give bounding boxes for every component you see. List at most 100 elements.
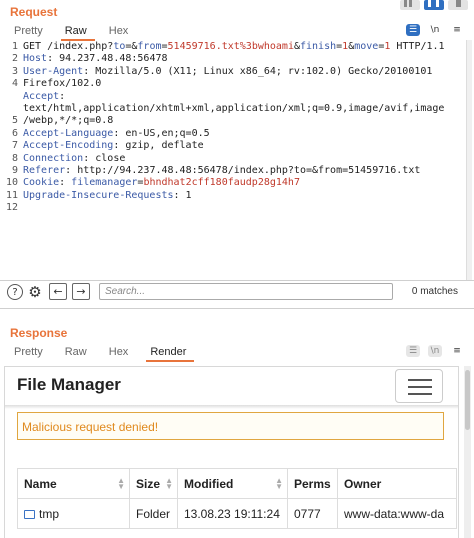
layout-toggle-group [400, 0, 468, 10]
response-title: Response [10, 326, 68, 340]
code-line[interactable]: Host: 94.237.48.48:56478 [23, 53, 459, 65]
table-row[interactable]: tmp Folder 13.08.23 19:11:24 0777 www-da… [17, 498, 457, 529]
code-line[interactable]: Referer: http://94.237.48.48:56478/index… [23, 165, 459, 177]
line-number-gutter: 1 2 3 4 5 6 7 8 9 10 11 12 [0, 41, 18, 227]
code-line[interactable]: GET /index.php?to=&from=51459716.txt%3bw… [23, 41, 459, 53]
search-bar: ? ⚙ ← → 0 matches [0, 281, 466, 303]
scrollbar-thumb[interactable] [465, 370, 470, 430]
header-key: Cookie [23, 177, 60, 189]
header-key: User-Agent [23, 65, 84, 77]
file-size-cell: Folder [129, 498, 178, 529]
layout-split-vertical-button[interactable] [400, 0, 420, 10]
code-line[interactable]: /webp,*/*;q=0.8 [23, 115, 459, 127]
sort-icon: ▲ ▼ [165, 476, 173, 491]
code-text: : [59, 177, 72, 189]
hamburger-icon[interactable] [395, 369, 443, 403]
layout-split-horizontal-button[interactable] [424, 0, 444, 10]
code-line[interactable] [23, 214, 459, 226]
header-key: finish [300, 41, 337, 52]
code-line[interactable]: Upgrade-Insecure-Requests: 1 [23, 190, 459, 202]
menu-icon[interactable]: ≡ [450, 345, 464, 357]
table-header-row: Name ▲ ▼ Size ▲ ▼ Modified ▲ ▼ Perms Owner [17, 468, 457, 499]
header-key: Connection [23, 152, 84, 164]
header-key: Accept [23, 90, 60, 102]
tab-response-hex[interactable]: Hex [105, 346, 137, 362]
code-text: : 94.237.48.48:56478 [47, 53, 168, 65]
line-number [0, 103, 18, 115]
tab-response-pretty[interactable]: Pretty [10, 346, 51, 362]
code-text: : [59, 90, 66, 102]
line-number [0, 91, 18, 103]
code-line[interactable] [23, 202, 459, 214]
sort-icon: ▲ ▼ [275, 476, 283, 491]
tab-response-raw[interactable]: Raw [61, 346, 95, 362]
request-raw-text[interactable]: GET /index.php?to=&from=51459716.txt%3bw… [23, 41, 459, 227]
sort-icon: ▲ ▼ [117, 476, 125, 491]
code-line[interactable]: Connection: close [23, 153, 459, 165]
arrow-right-icon[interactable]: → [72, 283, 90, 300]
line-number: 11 [5, 189, 18, 201]
pane-divider[interactable] [0, 308, 474, 309]
rendered-response: File Manager Malicious request denied! N… [4, 366, 459, 538]
code-text: GET /index.php? [23, 41, 114, 52]
code-text: /webp,*/*;q=0.8 [23, 115, 114, 127]
editor-scrollbar[interactable] [466, 40, 472, 280]
request-editor[interactable]: 1 2 3 4 5 6 7 8 9 10 11 12 GET /index.php?to=&from=… [0, 41, 463, 277]
render-scrollbar[interactable] [464, 366, 471, 538]
code-line[interactable]: Accept-Encoding: gzip, deflate [23, 140, 459, 152]
line-number: 8 [11, 152, 18, 164]
header-key: move [354, 41, 379, 52]
code-text: : 1 [173, 189, 192, 201]
column-header-modified[interactable]: Modified ▲ ▼ [177, 468, 288, 499]
code-line[interactable]: text/html,application/xhtml+xml,applicat… [23, 103, 459, 115]
column-header-perms[interactable]: Perms [287, 468, 338, 499]
search-input[interactable] [99, 283, 393, 300]
search-match-count: 0 matches [411, 286, 458, 297]
header-key: Upgrade-Insecure-Requests [23, 189, 174, 201]
code-line[interactable]: Accept-Language: en-US,en;q=0.5 [23, 128, 459, 140]
navbar-shadow [5, 405, 458, 409]
code-text: : Mozilla/5.0 (X11; Linux x86_64; rv:102… [83, 65, 433, 77]
tab-request-pretty[interactable]: Pretty [10, 25, 51, 41]
tab-request-hex[interactable]: Hex [105, 25, 137, 41]
response-view-options: ☰ \n ≡ [406, 345, 464, 357]
file-name-cell[interactable]: tmp [17, 498, 130, 529]
column-header-size[interactable]: Size ▲ ▼ [129, 468, 178, 499]
tab-request-raw[interactable]: Raw [60, 25, 95, 41]
message-actions-icon[interactable]: ☰ [406, 345, 420, 357]
header-key: Accept-Encoding [23, 140, 114, 152]
header-key: Accept-Language [23, 127, 114, 139]
header-key: Host [23, 53, 48, 65]
message-actions-icon[interactable]: ☰ [406, 24, 420, 36]
tab-response-render[interactable]: Render [146, 346, 195, 362]
gear-icon[interactable]: ⚙ [27, 283, 43, 301]
file-perms-cell: 0777 [287, 498, 338, 529]
line-number: 5 [11, 115, 18, 127]
code-line[interactable]: User-Agent: Mozilla/5.0 (X11; Linux x86_… [23, 66, 459, 78]
column-header-owner[interactable]: Owner [337, 468, 457, 499]
request-view-options: ☰ \n ≡ [406, 24, 464, 36]
line-number: 3 [11, 65, 18, 77]
param-value: 51459716.txt%3bwhoami [167, 41, 294, 52]
newline-toggle-icon[interactable]: \n [428, 24, 442, 36]
param-value: bhndhat2cff180faudp28g14h7 [143, 177, 300, 189]
request-title: Request [10, 5, 58, 19]
header-key: from [137, 41, 162, 52]
help-icon[interactable]: ? [7, 284, 23, 300]
code-line[interactable]: Firefox/102.0 [23, 78, 459, 90]
line-number: 9 [11, 164, 18, 176]
folder-icon [24, 509, 35, 519]
menu-icon[interactable]: ≡ [450, 24, 464, 36]
line-number: 10 [5, 177, 18, 189]
column-header-name[interactable]: Name ▲ ▼ [17, 468, 130, 499]
newline-toggle-icon[interactable]: \n [428, 345, 442, 357]
header-key: to [113, 41, 126, 52]
line-number: 12 [5, 202, 18, 214]
layout-tabs-button[interactable] [448, 0, 468, 10]
file-name-link[interactable]: tmp [39, 507, 59, 521]
code-line[interactable]: Accept: [23, 91, 459, 103]
code-text: : gzip, deflate [113, 140, 204, 152]
arrow-left-icon[interactable]: ← [49, 283, 67, 300]
line-number: 6 [11, 127, 18, 139]
code-line[interactable]: Cookie: filemanager=bhndhat2cff180faudp2… [23, 177, 459, 189]
